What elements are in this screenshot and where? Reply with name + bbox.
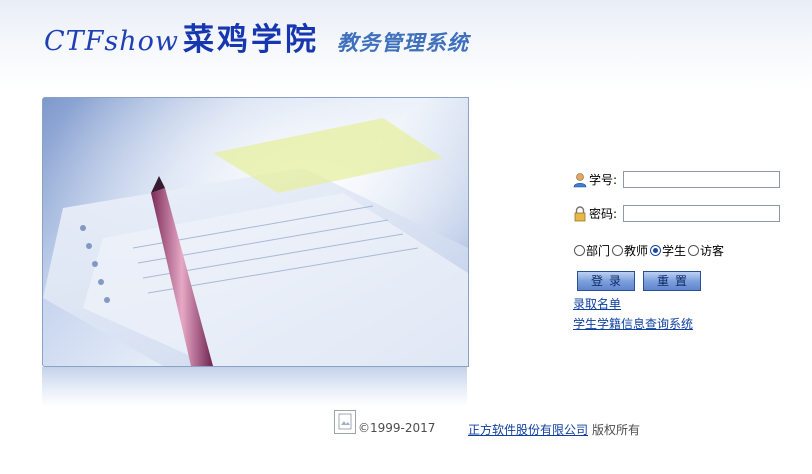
- hero-illustration: [43, 98, 468, 366]
- admission-list-link[interactable]: 录取名单: [573, 295, 621, 312]
- role-radio-group: 部门 教师 学生 访客: [574, 242, 726, 259]
- lock-icon: [573, 205, 587, 222]
- password-input[interactable]: [623, 205, 781, 222]
- role-radio-student[interactable]: [650, 245, 662, 256]
- student-status-query-link[interactable]: 学生学籍信息查询系统: [573, 315, 693, 332]
- password-row: 密码:: [573, 205, 781, 222]
- logo-chinese-text: 菜鸡学院: [183, 22, 320, 58]
- site-logo: CTFshow 菜鸡学院 教务管理系统: [44, 14, 469, 58]
- footer-rights: 版权所有: [592, 423, 641, 437]
- footer-company-link[interactable]: 正方软件股份有限公司: [468, 421, 588, 438]
- reset-button[interactable]: 重置: [643, 271, 701, 291]
- role-radio-visitor[interactable]: [688, 245, 700, 256]
- role-label-visitor: 访客: [700, 244, 725, 258]
- footer-copyright: ©1999-2017: [358, 421, 436, 435]
- role-label-department: 部门: [586, 244, 611, 258]
- hero-reflection: [42, 367, 467, 407]
- hero-image: [42, 97, 469, 367]
- student-id-input[interactable]: [623, 171, 781, 188]
- role-label-teacher: 教师: [624, 244, 649, 258]
- password-label: 密码:: [589, 207, 618, 221]
- logo-english-text: CTFshow: [44, 26, 180, 57]
- student-id-row: 学号:: [573, 171, 781, 188]
- role-radio-teacher[interactable]: [612, 245, 624, 256]
- role-label-student: 学生: [662, 244, 687, 258]
- login-button[interactable]: 登录: [577, 271, 635, 291]
- system-name: 教务管理系统: [337, 31, 470, 55]
- footer-image-icon: [334, 410, 356, 434]
- role-radio-department[interactable]: [574, 245, 585, 256]
- student-id-label: 学号:: [589, 173, 618, 187]
- user-icon: [573, 172, 587, 188]
